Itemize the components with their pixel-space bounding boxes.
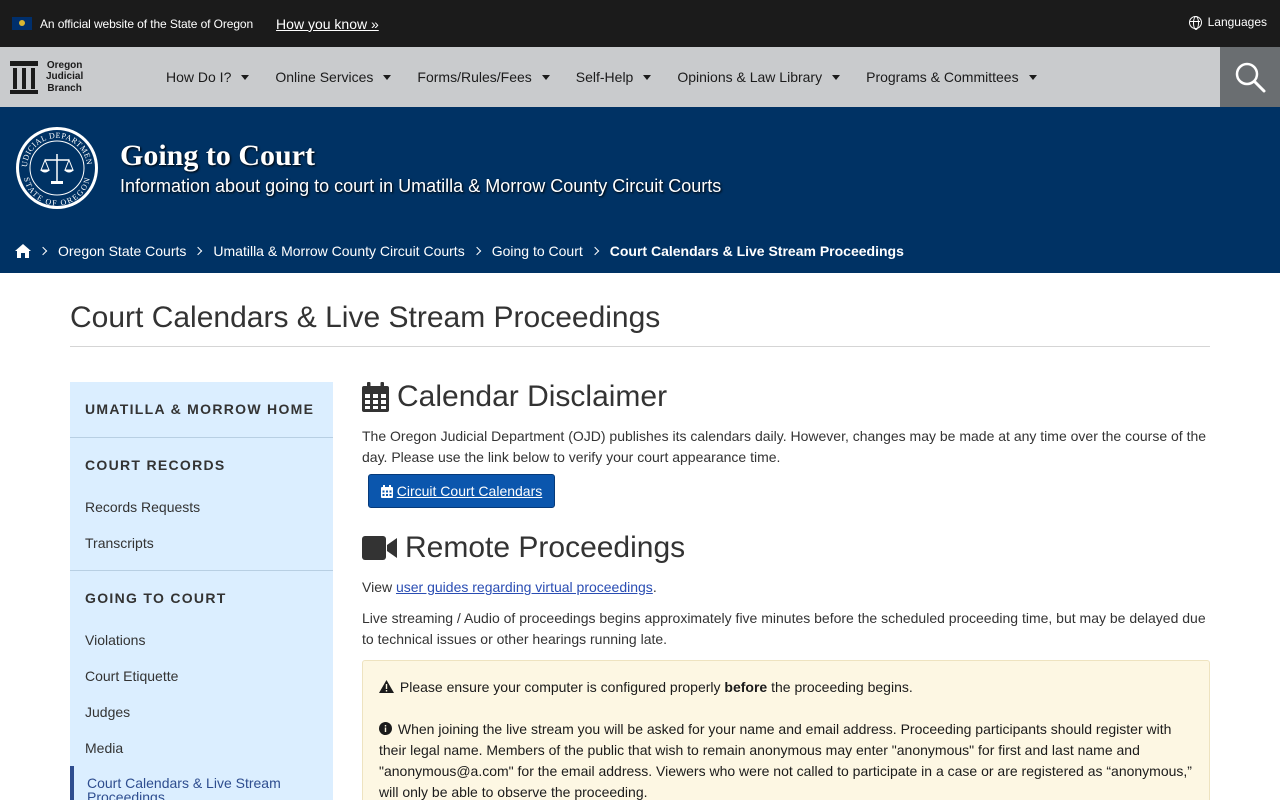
hero-subtitle: Information about going to court in Umat… bbox=[120, 176, 722, 196]
chevron-right-icon bbox=[194, 246, 203, 256]
breadcrumb-going-to-court[interactable]: Going to Court bbox=[492, 243, 583, 259]
chevron-right-icon bbox=[472, 246, 481, 256]
how-you-know-link[interactable]: How you know » bbox=[276, 16, 379, 32]
nav-item-opinions-law-library[interactable]: Opinions & Law Library bbox=[677, 69, 841, 85]
page-title: Court Calendars & Live Stream Proceeding… bbox=[70, 301, 661, 334]
calendar-icon bbox=[380, 484, 393, 498]
chevron-right-icon bbox=[590, 246, 600, 256]
hero-title: Going to Court bbox=[120, 139, 315, 172]
breadcrumb-umatilla-morrow[interactable]: Umatilla & Morrow County Circuit Courts bbox=[213, 243, 464, 259]
ojd-logo[interactable]: Oregon Judicial Branch bbox=[0, 47, 130, 107]
alert-warning-line: Please ensure your computer is configure… bbox=[379, 677, 1193, 698]
chevron-right-icon bbox=[38, 246, 48, 256]
sidebar-divider bbox=[70, 437, 333, 438]
warning-triangle-icon bbox=[379, 680, 394, 693]
official-banner: An official website of the State of Oreg… bbox=[0, 0, 1280, 47]
languages-label: Languages bbox=[1207, 15, 1267, 29]
pillar-icon bbox=[10, 60, 38, 94]
title-divider bbox=[70, 346, 1210, 347]
user-guides-link[interactable]: user guides regarding virtual proceeding… bbox=[396, 579, 653, 595]
sidebar-item-violations[interactable]: Violations bbox=[85, 632, 145, 648]
logo-text: Oregon Judicial Branch bbox=[46, 59, 84, 94]
sidebar-item-judges[interactable]: Judges bbox=[85, 704, 130, 720]
sidebar-item-court-etiquette[interactable]: Court Etiquette bbox=[85, 668, 178, 684]
live-streaming-text: Live streaming / Audio of proceedings be… bbox=[362, 610, 1206, 647]
sidebar-nav: UMATILLA & MORROW HOME COURT RECORDS Rec… bbox=[70, 382, 333, 800]
live-stream-notice: Please ensure your computer is configure… bbox=[362, 660, 1210, 800]
nav-item-how-do-i[interactable]: How Do I? bbox=[166, 69, 250, 85]
caret-down-icon bbox=[383, 74, 392, 80]
breadcrumb: Oregon State Courts Umatilla & Morrow Co… bbox=[15, 243, 904, 259]
nav-items: How Do I? Online Services Forms/Rules/Fe… bbox=[166, 69, 1063, 85]
sidebar-item-transcripts[interactable]: Transcripts bbox=[85, 535, 154, 551]
sidebar-item-records-requests[interactable]: Records Requests bbox=[85, 499, 200, 515]
official-text: An official website of the State of Oreg… bbox=[40, 16, 254, 31]
breadcrumb-current: Court Calendars & Live Stream Proceeding… bbox=[609, 243, 904, 259]
breadcrumb-oregon-state-courts[interactable]: Oregon State Courts bbox=[58, 243, 186, 259]
caret-down-icon bbox=[241, 74, 250, 80]
judicial-seal-icon: JUDICIAL DEPARTMENT STATE OF OREGON bbox=[15, 126, 98, 209]
sidebar-heading-going-to-court[interactable]: GOING TO COURT bbox=[70, 590, 227, 606]
circuit-court-calendars-button[interactable]: Circuit Court Calendars bbox=[368, 474, 555, 508]
remote-proceedings-heading: Remote Proceedings bbox=[362, 531, 685, 565]
nav-item-self-help[interactable]: Self-Help bbox=[576, 69, 652, 85]
alert-info-text: When joining the live stream you will be… bbox=[379, 721, 1192, 800]
sidebar-heading-court-records[interactable]: COURT RECORDS bbox=[70, 457, 226, 473]
main-navigation: Oregon Judicial Branch How Do I? Online … bbox=[0, 47, 1280, 107]
calendar-icon bbox=[362, 382, 389, 412]
languages-button[interactable]: Languages bbox=[1188, 15, 1267, 30]
nav-item-programs-committees[interactable]: Programs & Committees bbox=[866, 69, 1037, 85]
caret-down-icon bbox=[832, 74, 841, 80]
nav-item-online-services[interactable]: Online Services bbox=[275, 69, 392, 85]
nav-item-forms-rules-fees[interactable]: Forms/Rules/Fees bbox=[417, 69, 550, 85]
sidebar-item-court-calendars-active[interactable]: Court Calendars & Live Stream Proceeding… bbox=[70, 766, 333, 800]
view-guides-text: View user guides regarding virtual proce… bbox=[362, 579, 657, 595]
search-icon bbox=[1235, 62, 1266, 93]
info-circle-icon bbox=[379, 722, 392, 735]
sidebar-home-link[interactable]: UMATILLA & MORROW HOME bbox=[70, 401, 314, 417]
globe-icon bbox=[1188, 15, 1202, 30]
search-button[interactable] bbox=[1220, 47, 1280, 107]
caret-down-icon bbox=[1028, 74, 1037, 80]
sidebar-item-media[interactable]: Media bbox=[85, 740, 123, 756]
hero-banner: JUDICIAL DEPARTMENT STATE OF OREGON Goin… bbox=[0, 107, 1280, 273]
video-camera-icon bbox=[362, 536, 397, 560]
sidebar-divider bbox=[70, 570, 333, 571]
calendar-disclaimer-text: The Oregon Judicial Department (OJD) pub… bbox=[362, 428, 1207, 465]
home-icon[interactable] bbox=[15, 244, 31, 258]
calendar-disclaimer-heading: Calendar Disclaimer bbox=[362, 380, 667, 414]
oregon-flag-icon bbox=[12, 17, 32, 30]
caret-down-icon bbox=[541, 74, 550, 80]
caret-down-icon bbox=[643, 74, 652, 80]
